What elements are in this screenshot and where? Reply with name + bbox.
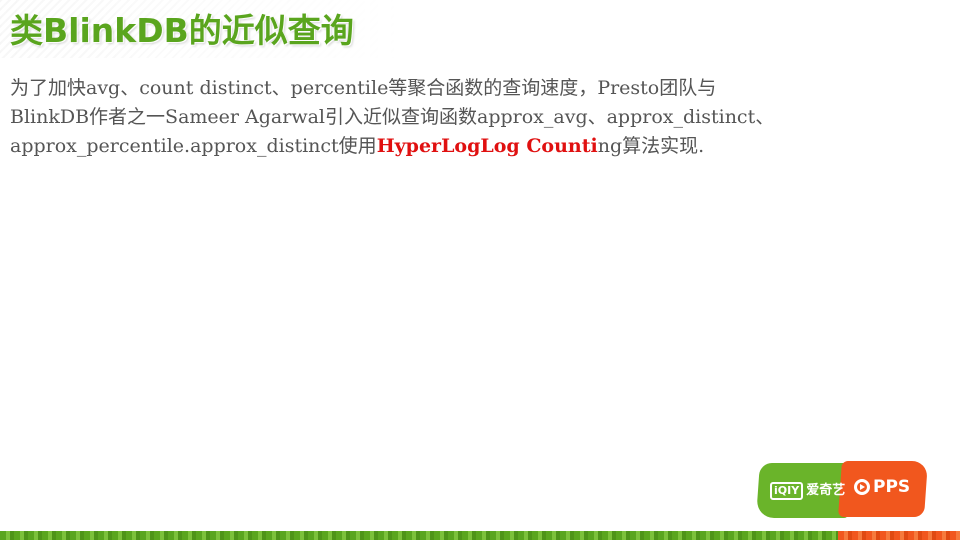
slide-body: 为了加快avg、count distinct、percentile等聚合函数的查…	[10, 74, 910, 161]
bottom-decorative-strip-orange	[838, 531, 960, 540]
slide: 类BlinkDB的近似查询 为了加快avg、count distinct、per…	[0, 0, 960, 540]
body-line-1: 为了加快avg、count distinct、percentile等聚合函数的查…	[10, 77, 717, 99]
iqiyi-box-mark: iQIY	[770, 482, 804, 500]
slide-title: 类BlinkDB的近似查询	[10, 11, 354, 50]
pps-label: PPS	[873, 477, 911, 497]
body-line-3-suffix: ng算法实现.	[597, 135, 705, 157]
pps-logo-text: PPS	[854, 477, 910, 497]
iqiyi-logo-text: iQIY 爱奇艺	[770, 479, 845, 500]
body-line-3: approx_percentile.approx_distinct使用Hyper…	[10, 132, 910, 161]
highlight-hyperloglog: HyperLogLog Counti	[376, 135, 598, 157]
bottom-decorative-strip	[0, 531, 960, 540]
body-line-3-prefix: approx_percentile.approx_distinct使用	[10, 135, 377, 157]
iqiyi-label: 爱奇艺	[806, 483, 846, 498]
iqiyi-pps-logo: iQIY 爱奇艺 PPS	[756, 461, 928, 519]
play-icon	[854, 479, 870, 495]
body-line-2: BlinkDB作者之一Sameer Agarwal引入近似查询函数approx_…	[10, 106, 775, 128]
